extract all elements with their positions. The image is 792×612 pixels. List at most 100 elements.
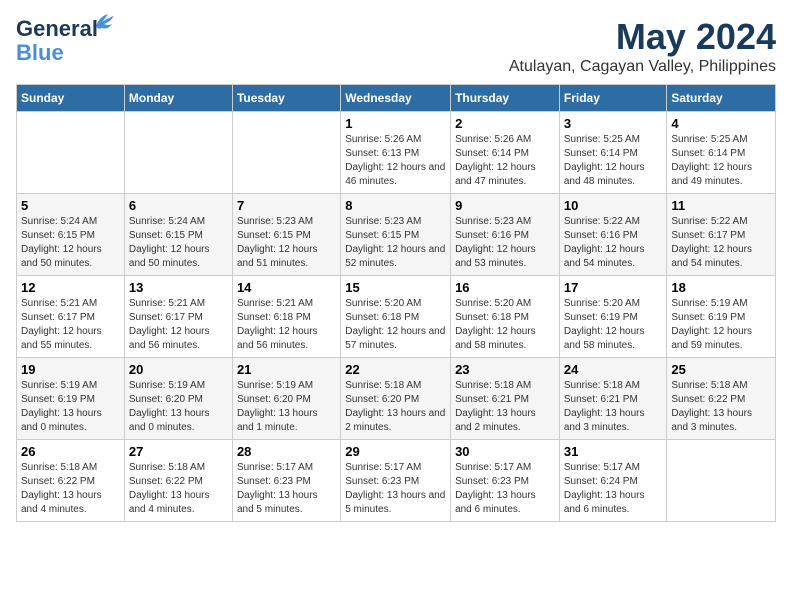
day-info: Sunrise: 5:21 AM Sunset: 6:18 PM Dayligh…	[237, 297, 336, 353]
logo: General Blue	[16, 16, 98, 66]
calendar-cell: 12 Sunrise: 5:21 AM Sunset: 6:17 PM Dayli…	[17, 276, 125, 358]
weekday-header-saturday: Saturday	[667, 85, 776, 112]
weekday-header-monday: Monday	[124, 85, 232, 112]
calendar-cell: 21 Sunrise: 5:19 AM Sunset: 6:20 PM Dayli…	[232, 358, 340, 440]
calendar-week-row: 19Sunrise: 5:19 AM Sunset: 6:19 PM Dayli…	[17, 358, 776, 440]
calendar-cell: 31 Sunrise: 5:17 AM Sunset: 6:24 PM Dayli…	[559, 440, 667, 522]
day-number: 22	[345, 362, 446, 377]
day-info: Sunrise: 5:22 AM Sunset: 6:17 PM Dayligh…	[671, 215, 771, 271]
day-number: 2	[455, 116, 555, 131]
calendar-cell: 5 Sunrise: 5:24 AM Sunset: 6:15 PM Daylig…	[17, 194, 125, 276]
day-info: Sunrise: 5:19 AM Sunset: 6:19 PM Dayligh…	[671, 297, 771, 353]
day-info: Sunrise: 5:24 AM Sunset: 6:15 PM Dayligh…	[129, 215, 228, 271]
calendar-cell: 28 Sunrise: 5:17 AM Sunset: 6:23 PM Dayli…	[232, 440, 340, 522]
day-number: 13	[129, 280, 228, 295]
calendar-cell: 16 Sunrise: 5:20 AM Sunset: 6:18 PM Dayli…	[451, 276, 560, 358]
calendar-cell: 9Sunrise: 5:23 AM Sunset: 6:16 PM Daylig…	[451, 194, 560, 276]
day-number: 17	[564, 280, 663, 295]
logo-bird-icon	[94, 12, 116, 30]
day-number: 28	[237, 444, 336, 459]
day-number: 15	[345, 280, 446, 295]
day-number: 20	[129, 362, 228, 377]
calendar-cell	[124, 112, 232, 194]
logo-blue: Blue	[16, 40, 64, 66]
day-info: Sunrise: 5:22 AM Sunset: 6:16 PM Dayligh…	[564, 215, 663, 271]
calendar-cell: 10 Sunrise: 5:22 AM Sunset: 6:16 PM Dayli…	[559, 194, 667, 276]
calendar-week-row: 1Sunrise: 5:26 AM Sunset: 6:13 PM Daylig…	[17, 112, 776, 194]
calendar-cell: 3 Sunrise: 5:25 AM Sunset: 6:14 PM Daylig…	[559, 112, 667, 194]
day-info: Sunrise: 5:18 AM Sunset: 6:20 PM Dayligh…	[345, 379, 446, 435]
calendar-cell: 22 Sunrise: 5:18 AM Sunset: 6:20 PM Dayli…	[341, 358, 451, 440]
page-header: General Blue May 2024 Atulayan, Cagayan …	[16, 16, 776, 76]
logo-general: General	[16, 16, 98, 41]
weekday-header-thursday: Thursday	[451, 85, 560, 112]
day-number: 11	[671, 198, 771, 213]
title-area: May 2024 Atulayan, Cagayan Valley, Phili…	[509, 16, 776, 76]
calendar-cell: 6 Sunrise: 5:24 AM Sunset: 6:15 PM Daylig…	[124, 194, 232, 276]
day-info: Sunrise: 5:20 AM Sunset: 6:18 PM Dayligh…	[455, 297, 555, 353]
day-number: 25	[671, 362, 771, 377]
day-number: 12	[21, 280, 120, 295]
day-info: Sunrise: 5:18 AM Sunset: 6:21 PM Dayligh…	[455, 379, 555, 435]
day-info: Sunrise: 5:19 AM Sunset: 6:20 PM Dayligh…	[237, 379, 336, 435]
calendar-header-row: SundayMondayTuesdayWednesdayThursdayFrid…	[17, 85, 776, 112]
day-number: 26	[21, 444, 120, 459]
calendar-cell: 29 Sunrise: 5:17 AM Sunset: 6:23 PM Dayli…	[341, 440, 451, 522]
calendar-cell: 26 Sunrise: 5:18 AM Sunset: 6:22 PM Dayli…	[17, 440, 125, 522]
day-number: 31	[564, 444, 663, 459]
day-number: 6	[129, 198, 228, 213]
day-number: 14	[237, 280, 336, 295]
day-info: Sunrise: 5:26 AM Sunset: 6:13 PM Dayligh…	[345, 133, 446, 189]
calendar-cell: 17 Sunrise: 5:20 AM Sunset: 6:19 PM Dayli…	[559, 276, 667, 358]
day-info: Sunrise: 5:18 AM Sunset: 6:22 PM Dayligh…	[21, 461, 120, 517]
day-number: 7	[237, 198, 336, 213]
weekday-header-friday: Friday	[559, 85, 667, 112]
day-info: Sunrise: 5:20 AM Sunset: 6:18 PM Dayligh…	[345, 297, 446, 353]
day-info: Sunrise: 5:18 AM Sunset: 6:21 PM Dayligh…	[564, 379, 663, 435]
day-info: Sunrise: 5:21 AM Sunset: 6:17 PM Dayligh…	[21, 297, 120, 353]
calendar-cell: 30 Sunrise: 5:17 AM Sunset: 6:23 PM Dayli…	[451, 440, 560, 522]
day-number: 16	[455, 280, 555, 295]
calendar-week-row: 5 Sunrise: 5:24 AM Sunset: 6:15 PM Daylig…	[17, 194, 776, 276]
day-info: Sunrise: 5:23 AM Sunset: 6:16 PM Dayligh…	[455, 215, 555, 271]
day-info: Sunrise: 5:23 AM Sunset: 6:15 PM Dayligh…	[237, 215, 336, 271]
weekday-header-sunday: Sunday	[17, 85, 125, 112]
calendar-cell: 4Sunrise: 5:25 AM Sunset: 6:14 PM Daylig…	[667, 112, 776, 194]
calendar-cell: 15 Sunrise: 5:20 AM Sunset: 6:18 PM Dayli…	[341, 276, 451, 358]
day-info: Sunrise: 5:25 AM Sunset: 6:14 PM Dayligh…	[564, 133, 663, 189]
day-number: 30	[455, 444, 555, 459]
day-number: 27	[129, 444, 228, 459]
calendar-title: May 2024	[509, 16, 776, 58]
day-info: Sunrise: 5:17 AM Sunset: 6:23 PM Dayligh…	[455, 461, 555, 517]
calendar-cell: 18Sunrise: 5:19 AM Sunset: 6:19 PM Dayli…	[667, 276, 776, 358]
calendar-subtitle: Atulayan, Cagayan Valley, Philippines	[509, 58, 776, 76]
day-number: 4	[671, 116, 771, 131]
day-number: 19	[21, 362, 120, 377]
day-number: 5	[21, 198, 120, 213]
calendar-cell: 25 Sunrise: 5:18 AM Sunset: 6:22 PM Dayli…	[667, 358, 776, 440]
calendar-cell: 19Sunrise: 5:19 AM Sunset: 6:19 PM Dayli…	[17, 358, 125, 440]
day-info: Sunrise: 5:17 AM Sunset: 6:24 PM Dayligh…	[564, 461, 663, 517]
day-number: 29	[345, 444, 446, 459]
day-info: Sunrise: 5:21 AM Sunset: 6:17 PM Dayligh…	[129, 297, 228, 353]
calendar-cell: 11 Sunrise: 5:22 AM Sunset: 6:17 PM Dayli…	[667, 194, 776, 276]
calendar-cell	[232, 112, 340, 194]
calendar-cell	[17, 112, 125, 194]
day-info: Sunrise: 5:18 AM Sunset: 6:22 PM Dayligh…	[671, 379, 771, 435]
weekday-header-tuesday: Tuesday	[232, 85, 340, 112]
calendar-table: SundayMondayTuesdayWednesdayThursdayFrid…	[16, 84, 776, 522]
calendar-cell: 14 Sunrise: 5:21 AM Sunset: 6:18 PM Dayli…	[232, 276, 340, 358]
day-number: 24	[564, 362, 663, 377]
day-info: Sunrise: 5:24 AM Sunset: 6:15 PM Dayligh…	[21, 215, 120, 271]
day-info: Sunrise: 5:23 AM Sunset: 6:15 PM Dayligh…	[345, 215, 446, 271]
day-number: 10	[564, 198, 663, 213]
day-info: Sunrise: 5:26 AM Sunset: 6:14 PM Dayligh…	[455, 133, 555, 189]
day-info: Sunrise: 5:17 AM Sunset: 6:23 PM Dayligh…	[345, 461, 446, 517]
day-info: Sunrise: 5:20 AM Sunset: 6:19 PM Dayligh…	[564, 297, 663, 353]
calendar-week-row: 26 Sunrise: 5:18 AM Sunset: 6:22 PM Dayli…	[17, 440, 776, 522]
calendar-cell: 8Sunrise: 5:23 AM Sunset: 6:15 PM Daylig…	[341, 194, 451, 276]
calendar-week-row: 12 Sunrise: 5:21 AM Sunset: 6:17 PM Dayli…	[17, 276, 776, 358]
day-number: 21	[237, 362, 336, 377]
day-info: Sunrise: 5:17 AM Sunset: 6:23 PM Dayligh…	[237, 461, 336, 517]
day-number: 3	[564, 116, 663, 131]
